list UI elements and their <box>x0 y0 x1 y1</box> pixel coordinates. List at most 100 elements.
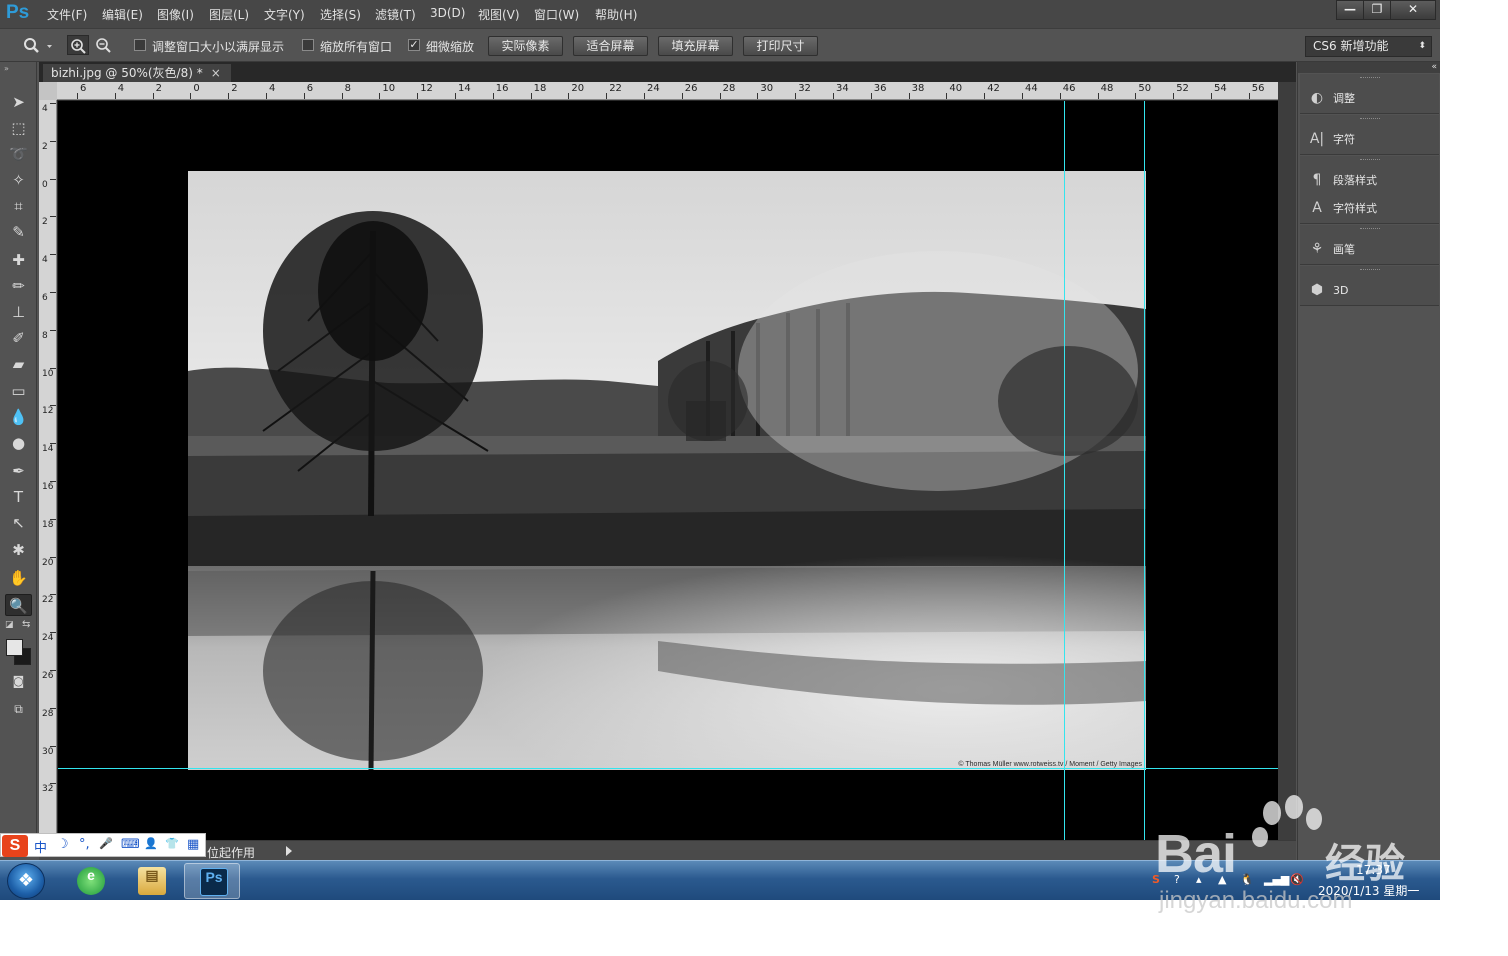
workspace-label: CS6 新增功能 <box>1313 39 1389 53</box>
document-canvas[interactable]: © Thomas Müller www.rotweiss.tv / Moment… <box>58 101 1278 840</box>
menu-edit[interactable]: 编辑(E) <box>102 6 143 23</box>
resize-windows-checkbox[interactable] <box>134 39 146 51</box>
menu-3d[interactable]: 3D(D) <box>430 6 465 20</box>
actual-pixels-button[interactable]: 实际像素 <box>488 36 563 56</box>
panel-character-styles[interactable]: A 字符样式 <box>1308 200 1377 216</box>
blur-tool-icon[interactable]: 💧 <box>5 406 32 428</box>
brush-tool-icon[interactable]: ✏ <box>5 275 32 297</box>
ruler-tick <box>568 93 570 99</box>
panel-paragraph-styles[interactable]: ¶ 段落样式 <box>1308 172 1377 188</box>
vertical-ruler[interactable]: 4 2 0 2 4 6 8 10 12 14 16 18 20 22 24 26 28 30 32 <box>39 100 57 840</box>
workspace-select[interactable]: CS6 新增功能 ⬍ <box>1305 36 1432 57</box>
menu-image[interactable]: 图像(I) <box>157 6 194 23</box>
panel-adjustments[interactable]: ◐ 调整 <box>1308 90 1355 106</box>
vertical-guide[interactable] <box>1064 101 1065 840</box>
ruler-tick <box>795 93 797 99</box>
ruler-label: 2 <box>42 141 48 152</box>
horizontal-ruler[interactable]: 6 4 2 0 2 4 6 8 10 12 14 16 18 20 22 24 26 28 30 32 34 36 38 40… <box>57 82 1278 100</box>
taskbar-app-explorer[interactable]: ▤ <box>123 863 179 899</box>
ruler-label: 30 <box>760 83 774 94</box>
healing-brush-tool-icon[interactable]: ✚ <box>5 249 32 271</box>
toolbox-collapse-icon[interactable]: » <box>4 64 9 73</box>
horizontal-guide[interactable] <box>58 768 1278 769</box>
ruler-label: 8 <box>344 83 351 94</box>
panel-paragraph-styles-label: 段落样式 <box>1333 174 1377 187</box>
clone-stamp-tool-icon[interactable]: ⊥ <box>5 301 32 323</box>
shape-tool-icon[interactable]: ✱ <box>5 539 32 561</box>
menu-file[interactable]: 文件(F) <box>47 6 87 23</box>
ruler-corner[interactable] <box>39 82 57 100</box>
gradient-tool-icon[interactable]: ▭ <box>5 380 32 402</box>
close-button[interactable]: ✕ <box>1390 0 1436 20</box>
screen-mode-icon[interactable]: ⧉ <box>5 698 32 720</box>
fill-screen-button[interactable]: 填充屏幕 <box>658 36 733 56</box>
panel-3d[interactable]: ⬢ 3D <box>1308 282 1349 298</box>
quick-mask-icon[interactable]: ◙ <box>5 670 32 692</box>
magic-wand-tool-icon[interactable]: ✧ <box>5 169 32 191</box>
file-explorer-icon: ▤ <box>138 867 166 895</box>
menu-layer[interactable]: 图层(L) <box>209 6 249 23</box>
eyedropper-tool-icon[interactable]: ✎ <box>5 221 32 243</box>
menu-view[interactable]: 视图(V) <box>478 6 520 23</box>
panel-character[interactable]: A| 字符 <box>1308 131 1355 147</box>
ime-punctuation-icon[interactable]: °, <box>79 837 90 852</box>
minimize-button[interactable]: — <box>1336 0 1364 20</box>
pen-tool-icon[interactable]: ✒ <box>5 460 32 482</box>
start-button[interactable]: ❖ <box>7 863 45 899</box>
sogou-logo-icon[interactable]: S <box>2 835 28 857</box>
panel-character-styles-label: 字符样式 <box>1333 202 1377 215</box>
move-tool-icon[interactable]: ➤ <box>5 91 32 113</box>
menu-help[interactable]: 帮助(H) <box>595 6 637 23</box>
fit-screen-button[interactable]: 适合屏幕 <box>573 36 648 56</box>
marquee-tool-icon[interactable]: ⬚ <box>5 117 32 139</box>
dodge-tool-icon[interactable]: ● <box>5 432 32 454</box>
default-colors-icon[interactable]: ◪ <box>5 620 14 630</box>
hand-tool-icon[interactable]: ✋ <box>5 567 32 589</box>
ruler-label: 38 <box>911 83 925 94</box>
scrubby-zoom-checkbox[interactable]: ✓ <box>408 39 420 51</box>
keyboard-icon[interactable]: ⌨ <box>121 837 140 852</box>
user-icon[interactable]: 👤 <box>144 837 158 850</box>
restore-button[interactable]: ❐ <box>1363 0 1391 20</box>
history-brush-tool-icon[interactable]: ✐ <box>5 327 32 349</box>
microphone-icon[interactable]: 🎤 <box>99 837 113 850</box>
dock-collapse-icon[interactable]: « <box>1431 62 1437 72</box>
status-menu-arrow-icon[interactable] <box>286 846 292 856</box>
browser-icon: e <box>77 867 105 895</box>
swap-colors-icon[interactable]: ⇆ <box>22 619 30 630</box>
print-size-button[interactable]: 打印尺寸 <box>743 36 818 56</box>
zoom-all-windows-label: 缩放所有窗口 <box>320 40 393 54</box>
ruler-label: 14 <box>458 83 471 94</box>
crop-tool-icon[interactable]: ⌗ <box>5 195 32 217</box>
type-tool-icon[interactable]: T <box>5 486 32 508</box>
zoom-out-icon[interactable] <box>93 35 115 55</box>
path-selection-tool-icon[interactable]: ↖ <box>5 512 32 534</box>
lasso-tool-icon[interactable]: ➰ <box>5 143 32 165</box>
menu-type[interactable]: 文字(Y) <box>264 6 305 23</box>
ruler-tick <box>492 93 494 99</box>
ruler-tick <box>50 178 56 180</box>
zoom-tool-icon[interactable] <box>22 37 52 55</box>
eraser-tool-icon[interactable]: ▰ <box>5 353 32 375</box>
ime-chinese-mode[interactable]: 中 <box>34 837 47 856</box>
document-tab[interactable]: bizhi.jpg @ 50%(灰色/8) * × <box>43 64 231 82</box>
vertical-scrollbar[interactable] <box>1278 82 1296 840</box>
skin-icon[interactable]: 👕 <box>165 837 179 850</box>
toolbox-grid-icon[interactable]: ▦ <box>187 837 199 852</box>
tab-close-icon[interactable]: × <box>211 66 221 80</box>
ruler-label: 6 <box>80 83 87 94</box>
zoom-all-windows-checkbox[interactable] <box>302 39 314 51</box>
menu-window[interactable]: 窗口(W) <box>534 6 579 23</box>
taskbar-app-photoshop[interactable]: Ps <box>184 863 240 899</box>
ime-halfwidth-icon[interactable]: ☽ <box>57 837 69 852</box>
zoom-in-icon[interactable] <box>67 35 89 55</box>
foreground-color-swatch[interactable] <box>6 639 23 656</box>
zoom-tool-icon[interactable]: 🔍 <box>5 594 32 616</box>
panel-brush[interactable]: ⚘ 画笔 <box>1308 241 1355 257</box>
menu-filter[interactable]: 滤镜(T) <box>375 6 416 23</box>
ruler-label: 32 <box>798 83 811 94</box>
vertical-guide[interactable] <box>1144 101 1145 840</box>
menu-select[interactable]: 选择(S) <box>320 6 361 23</box>
ruler-label: 26 <box>42 671 54 681</box>
taskbar-app-browser[interactable]: e <box>62 863 118 899</box>
